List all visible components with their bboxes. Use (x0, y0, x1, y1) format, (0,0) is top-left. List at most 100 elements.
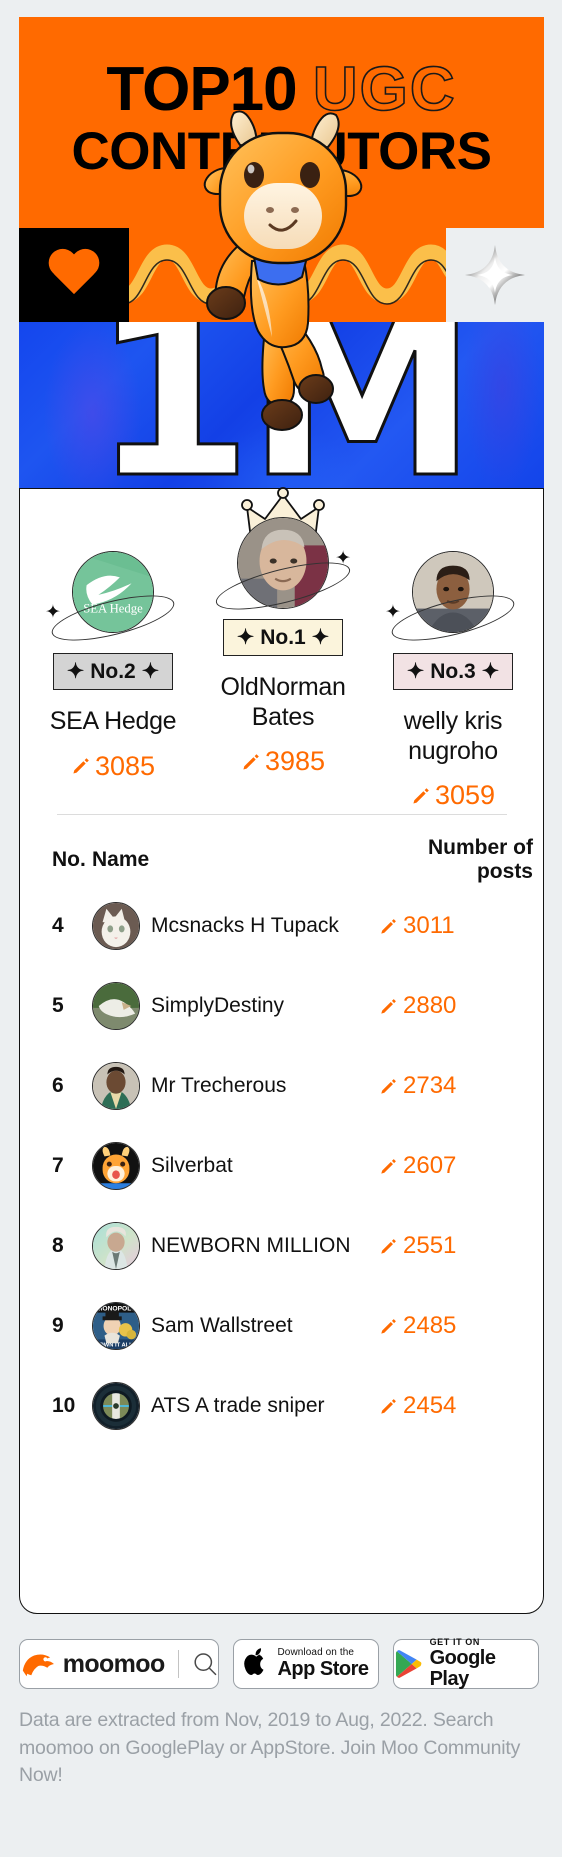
avatar (92, 1382, 140, 1430)
row-posts-cell: 2485 (367, 1312, 545, 1340)
svg-text:SEA Hedge: SEA Hedge (83, 601, 143, 615)
table-row[interactable]: 10 ATS A trade sniper 2454 (20, 1366, 545, 1446)
row-name: Mr Trecherous (151, 1074, 287, 1098)
podium-name: welly kris nugroho (403, 707, 503, 765)
row-name-cell: Silverbat (92, 1142, 367, 1190)
divider (177, 1650, 179, 1678)
row-rank: 10 (52, 1394, 76, 1417)
row-name: ATS A trade sniper (151, 1394, 325, 1418)
podium-section: SEA Hedge ✦ ✦ No.2 ✦ SEA Hedge 3085 ✦ ✦ … (20, 487, 543, 819)
avatar (92, 1142, 140, 1190)
apple-icon (244, 1648, 264, 1675)
row-name: NEWBORN MILLION (151, 1234, 351, 1258)
row-posts: 3011 (403, 912, 455, 939)
podium-avatar-wrap-3: ✦ (378, 547, 528, 651)
row-rank: 5 (52, 994, 64, 1017)
podium-score: 3985 (208, 746, 358, 777)
search-icon[interactable] (192, 1650, 218, 1678)
footer: moomoo Download on the App Store GET IT … (19, 1637, 544, 1790)
row-name: Sam Wallstreet (151, 1314, 293, 1338)
column-header-no: No. (52, 848, 86, 871)
pencil-icon (381, 1158, 396, 1174)
leaderboard-table: No. Name Number of posts 4 Mcsnacks H Tu… (20, 834, 545, 1446)
google-play-big-label: Google Play (429, 1646, 496, 1690)
row-posts: 2607 (403, 1152, 457, 1179)
hero-banner: TOP10 UGC CONTRIBUTORS (19, 17, 544, 488)
google-play-text: GET IT ON Google Play (429, 1637, 538, 1690)
podium-name: SEA Hedge (49, 707, 177, 735)
podium-score-value: 3985 (264, 746, 326, 776)
infographic-page: TOP10 UGC CONTRIBUTORS (0, 0, 562, 1857)
pencil-icon (413, 787, 429, 803)
sparkle-small-icon: ✦ (385, 602, 401, 623)
table-row[interactable]: 7 Silverbat 2607 (20, 1126, 545, 1206)
moomoo-search-button[interactable]: moomoo (19, 1639, 219, 1689)
row-name-cell: NEWBORN MILLION (92, 1222, 367, 1270)
avatar: SEA Hedge (72, 551, 154, 633)
row-rank: 7 (52, 1154, 64, 1177)
table-row[interactable]: 6 Mr Trecherous 2734 (20, 1046, 545, 1126)
row-posts-cell: 2607 (367, 1152, 545, 1180)
rank-badge-label: No.1 (260, 626, 306, 649)
sparkle-small-icon: ✦ (45, 602, 61, 623)
rank-badge: ✦ No.3 ✦ (392, 653, 514, 690)
table-row[interactable]: 4 Mcsnacks H Tupack 3011 (20, 886, 545, 966)
avatar (237, 517, 329, 609)
pencil-icon (381, 998, 396, 1014)
rank-badge-label: No.2 (90, 660, 136, 683)
podium-score: 3085 (38, 751, 188, 782)
pencil-icon (381, 1318, 396, 1334)
table-row[interactable]: 8 NEWBORN MILLION 2551 (20, 1206, 545, 1286)
podium-score-value: 3085 (94, 750, 156, 781)
disclaimer-text: Data are extracted from Nov, 2019 to Aug… (19, 1709, 521, 1787)
row-posts: 2734 (403, 1072, 457, 1099)
row-rank: 9 (52, 1314, 64, 1337)
column-header-name: Name (92, 848, 150, 872)
row-posts-cell: 2454 (367, 1392, 545, 1420)
pencil-icon (381, 918, 396, 934)
row-name-cell: Mcsnacks H Tupack (92, 902, 367, 950)
table-row[interactable]: 5 SimplyDestiny 2880 (20, 966, 545, 1046)
row-name-cell: SimplyDestiny (92, 982, 367, 1030)
moomoo-logo-icon (22, 1654, 54, 1677)
avatar (412, 551, 494, 633)
google-play-button[interactable]: GET IT ON Google Play (393, 1637, 539, 1690)
store-buttons-row: moomoo Download on the App Store GET IT … (19, 1637, 544, 1690)
column-header-posts: Number of posts (428, 836, 533, 883)
row-posts-cell: 2880 (367, 992, 545, 1020)
row-name: Silverbat (151, 1154, 233, 1178)
sparkle-icon (465, 245, 525, 305)
sparkle-tile (446, 228, 544, 322)
google-play-icon (395, 1650, 422, 1678)
podium-rank-3[interactable]: ✦ ✦ No.3 ✦ welly kris nugroho 3059 (378, 547, 528, 811)
row-posts-cell: 2734 (367, 1072, 545, 1100)
podium-avatar-wrap-1: ✦ (208, 487, 358, 620)
app-store-button[interactable]: Download on the App Store (233, 1639, 379, 1689)
avatar (92, 1062, 140, 1110)
app-store-big-label: App Store (277, 1657, 369, 1680)
section-divider (57, 814, 507, 815)
content-column: TOP10 UGC CONTRIBUTORS (19, 17, 544, 1840)
podium-score-value: 3059 (434, 780, 496, 810)
rank-badge: ✦ No.2 ✦ (52, 653, 174, 690)
avatar (92, 1222, 140, 1270)
pencil-icon (243, 753, 259, 769)
pencil-icon (381, 1398, 396, 1414)
podium-name: OldNorman Bates (220, 673, 346, 731)
cow-mascot-icon (203, 110, 362, 431)
row-rank: 8 (52, 1234, 64, 1257)
podium-avatar-wrap-2: SEA Hedge ✦ (38, 547, 188, 651)
row-name: Mcsnacks H Tupack (151, 914, 339, 938)
moomoo-wordmark: moomoo (62, 1649, 166, 1678)
rank-badge-label: No.3 (430, 660, 476, 683)
podium-rank-1[interactable]: ✦ ✦ No.1 ✦ OldNorman Bates 3985 (208, 487, 358, 777)
row-posts: 2880 (403, 992, 457, 1019)
pencil-icon (73, 758, 89, 774)
avatar: MONOPOLY OWN IT ALL (92, 1302, 140, 1350)
rank-badge: ✦ No.1 ✦ (222, 619, 344, 656)
podium-rank-2[interactable]: SEA Hedge ✦ ✦ No.2 ✦ SEA Hedge 3085 (38, 547, 188, 782)
row-posts: 2551 (403, 1232, 457, 1259)
table-row[interactable]: 9 MONOPOLY OWN IT ALL Sam Wallstreet 248… (20, 1286, 545, 1366)
podium-score: 3059 (378, 780, 528, 811)
row-name-cell: ATS A trade sniper (92, 1382, 367, 1430)
